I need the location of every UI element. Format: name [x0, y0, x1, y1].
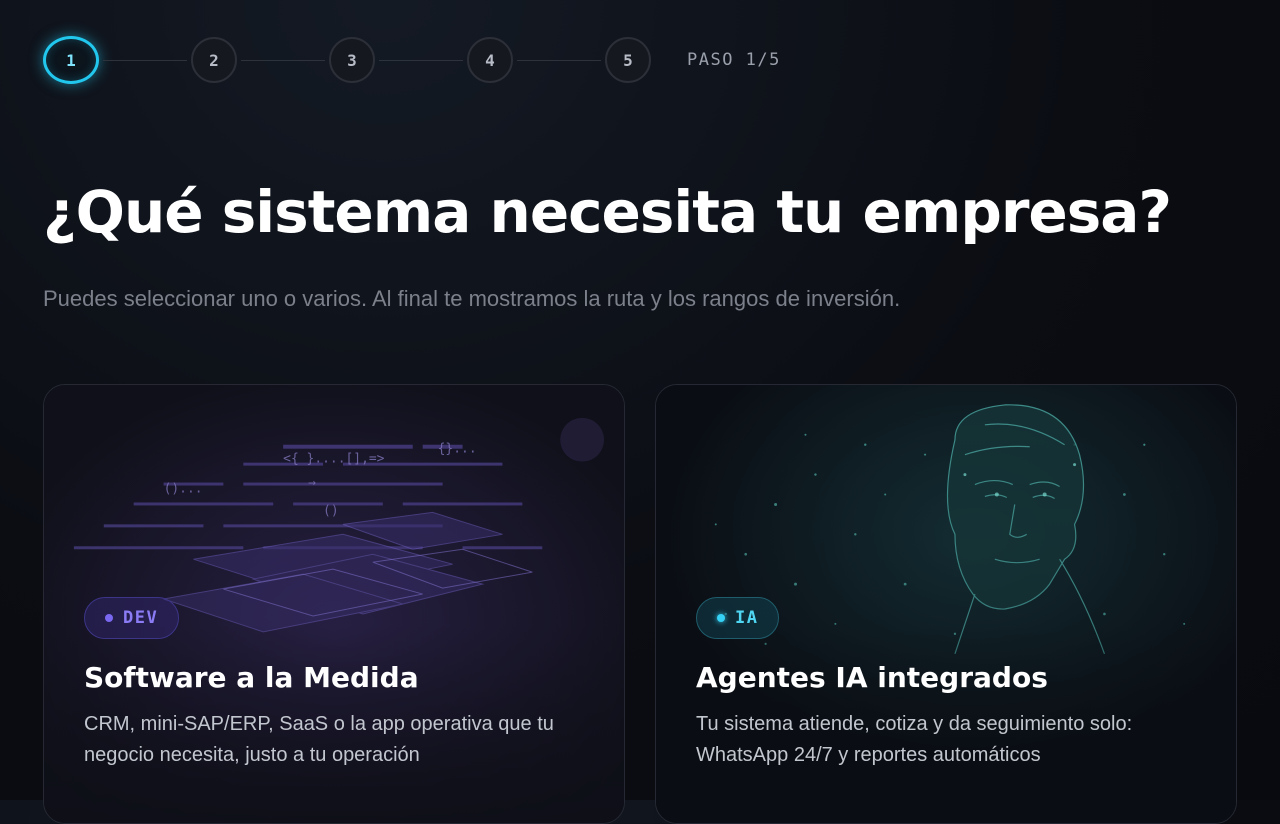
card-description: CRM, mini-SAP/ERP, SaaS o la app operati… [84, 713, 554, 766]
option-card-ai-agents[interactable]: IA Agentes IA integrados Tu sistema atie… [655, 384, 1237, 824]
step-connector [517, 59, 601, 61]
step-5[interactable]: 5 [605, 37, 651, 83]
card-badge-dev: DEV [84, 597, 180, 639]
option-card-software[interactable]: <{ }....[],=> {}... ()... → () DEV Softw… [43, 384, 625, 824]
badge-label: DEV [123, 608, 159, 628]
page-title: ¿Qué sistema necesita tu empresa? [43, 178, 1172, 246]
card-title: Software a la Medida [84, 661, 419, 694]
badge-label: IA [735, 608, 759, 628]
step-3[interactable]: 3 [329, 37, 375, 83]
badge-dot-icon [717, 614, 725, 622]
card-description: Tu sistema atiende, cotiza y da seguimie… [696, 713, 1133, 766]
step-2[interactable]: 2 [191, 37, 237, 83]
card-title: Agentes IA integrados [696, 661, 1048, 694]
step-connector [103, 59, 187, 61]
step-connector [379, 59, 463, 61]
step-connector [241, 59, 325, 61]
page-subtitle: Puedes seleccionar uno o varios. Al fina… [43, 286, 901, 311]
badge-dot-icon [105, 614, 113, 622]
step-1[interactable]: 1 [43, 36, 99, 84]
card-badge-ia: IA [696, 597, 780, 639]
step-progress-label: PASO 1/5 [687, 50, 781, 70]
progress-stepper: 1 2 3 4 5 PASO 1/5 [43, 36, 781, 84]
step-4[interactable]: 4 [467, 37, 513, 83]
